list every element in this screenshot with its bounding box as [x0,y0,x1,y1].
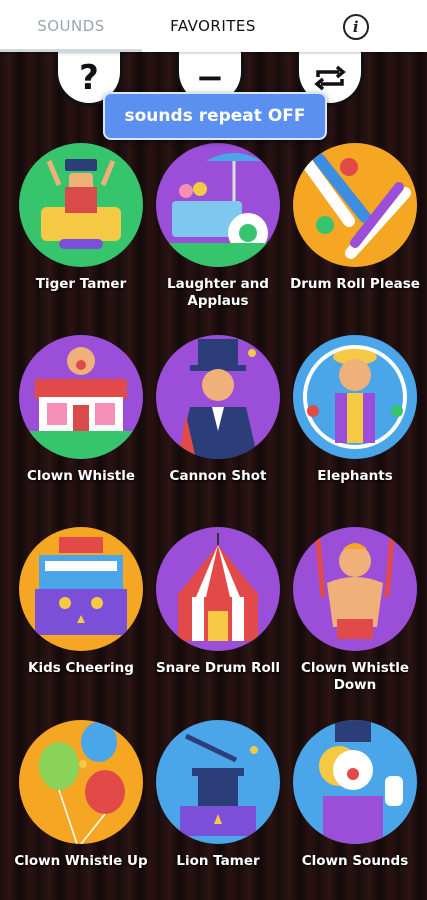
sound-label: Cannon Shot [169,468,267,484]
sound-tile-clown-whistle-down[interactable]: Clown Whistle Down [287,527,423,694]
sound-tile-clown-sounds[interactable]: Clown Sounds [287,720,423,870]
elephants-image [293,335,417,459]
kids-cheering-image [19,527,143,651]
sound-label: Kids Cheering [28,660,134,676]
sound-tile-tiger-tamer[interactable]: Tiger Tamer [13,143,149,293]
clown-whistle-image [19,335,143,459]
sound-label: Tiger Tamer [35,276,127,292]
info-button[interactable]: i [320,0,392,52]
clown-whistle-up-image [19,720,143,844]
sound-tile-snare-drum-roll[interactable]: Snare Drum Roll [150,527,286,677]
tiger-tamer-image [19,143,143,267]
lion-tamer-image [156,720,280,844]
sound-label: Drum Roll Please [290,276,420,292]
tab-sounds[interactable]: SOUNDS [0,0,142,52]
sound-tile-kids-cheering[interactable]: Kids Cheering [13,527,149,677]
sound-label: Clown Whistle [27,468,135,484]
laughter-applaus-image [156,143,280,267]
repeat-icon [314,65,346,90]
clown-whistle-down-image [293,527,417,651]
clown-sounds-image [293,720,417,844]
sound-tile-laughter-applaus[interactable]: Laughter and Applaus [150,143,286,310]
sound-tile-clown-whistle[interactable]: Clown Whistle [13,335,149,485]
repeat-toast: sounds repeat OFF [103,92,327,140]
sound-tile-elephants[interactable]: Elephants [287,335,423,485]
tab-bar: SOUNDS FAVORITES i [0,0,427,52]
drum-roll-please-image [293,143,417,267]
help-icon: ? [79,57,99,98]
sound-label: Lion Tamer [176,853,260,869]
sound-label: Snare Drum Roll [155,660,281,676]
snare-drum-roll-image [156,527,280,651]
info-icon: i [343,13,369,40]
sound-tile-lion-tamer[interactable]: Lion Tamer [150,720,286,870]
sound-label: Clown Whistle Up [14,853,148,869]
tab-favorites[interactable]: FAVORITES [142,0,284,52]
sound-tile-clown-whistle-up[interactable]: Clown Whistle Up [13,720,149,870]
sound-label: Elephants [317,468,393,484]
sound-label: Clown Whistle Down [301,660,409,693]
sound-tile-cannon-shot[interactable]: Cannon Shot [150,335,286,485]
cannon-shot-image [156,335,280,459]
sound-label: Clown Sounds [301,853,409,869]
sound-grid: Tiger Tamer Laughter and Applaus Drum Ro… [0,135,427,900]
sound-label: Laughter and Applaus [167,276,269,309]
sound-tile-drum-roll-please[interactable]: Drum Roll Please [287,143,423,293]
